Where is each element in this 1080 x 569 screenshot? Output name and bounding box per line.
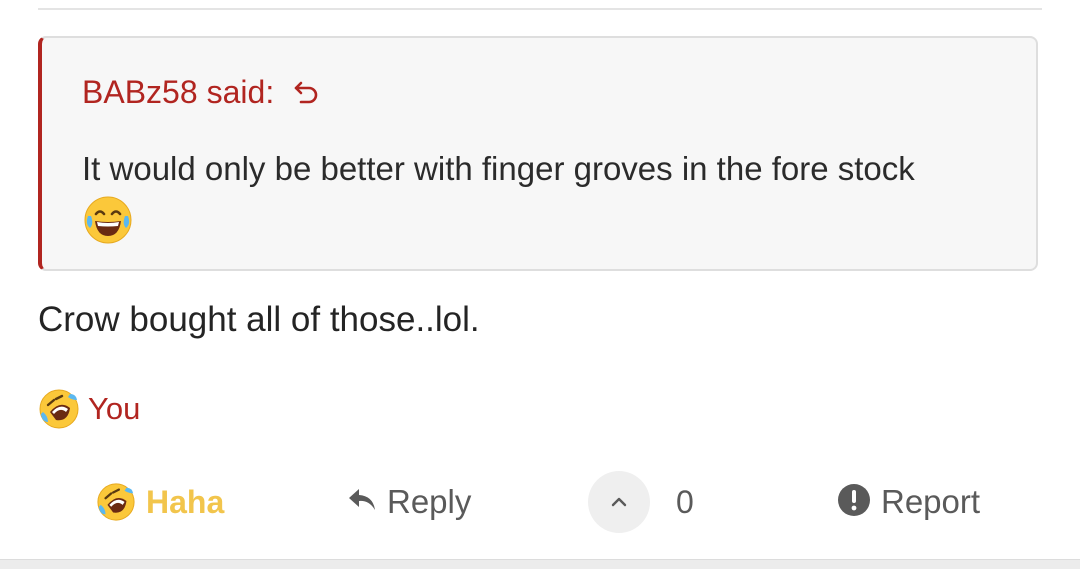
reaction-user-link[interactable]: You <box>88 391 140 427</box>
quote-attribution: BABz58 said: <box>82 74 322 111</box>
rolling-on-floor-laughing-icon <box>96 482 136 522</box>
quote-author-link[interactable]: BABz58 <box>82 74 198 111</box>
exclamation-circle-icon <box>837 483 871 522</box>
report-label: Report <box>881 483 981 520</box>
haha-label: Haha <box>146 483 225 520</box>
post-actions: Haha Reply 0 Report <box>0 470 1080 534</box>
quote-block: BABz58 said: It would only be better wit… <box>38 36 1038 271</box>
reaction-summary[interactable]: You <box>38 388 140 430</box>
vote-control: 0 <box>588 470 694 534</box>
reply-icon <box>347 486 377 519</box>
quote-said-label: said: <box>206 74 275 110</box>
go-to-post-icon[interactable] <box>292 78 322 108</box>
quote-text: It would only be better with finger grov… <box>82 150 915 187</box>
vote-count: 0 <box>676 483 694 520</box>
chevron-up-icon <box>611 497 627 507</box>
post-separator <box>0 559 1080 569</box>
message-body: Crow bought all of those..lol. <box>38 300 480 339</box>
reply-label: Reply <box>387 483 472 520</box>
haha-reaction-button[interactable]: Haha <box>96 470 224 534</box>
post: BABz58 said: It would only be better wit… <box>0 0 1080 569</box>
divider <box>38 8 1042 10</box>
upvote-button[interactable] <box>588 471 650 533</box>
reply-button[interactable]: Reply <box>347 470 471 534</box>
report-button[interactable]: Report <box>837 470 980 534</box>
face-with-tears-of-joy-icon <box>82 194 134 246</box>
rolling-on-floor-laughing-icon <box>38 388 80 430</box>
